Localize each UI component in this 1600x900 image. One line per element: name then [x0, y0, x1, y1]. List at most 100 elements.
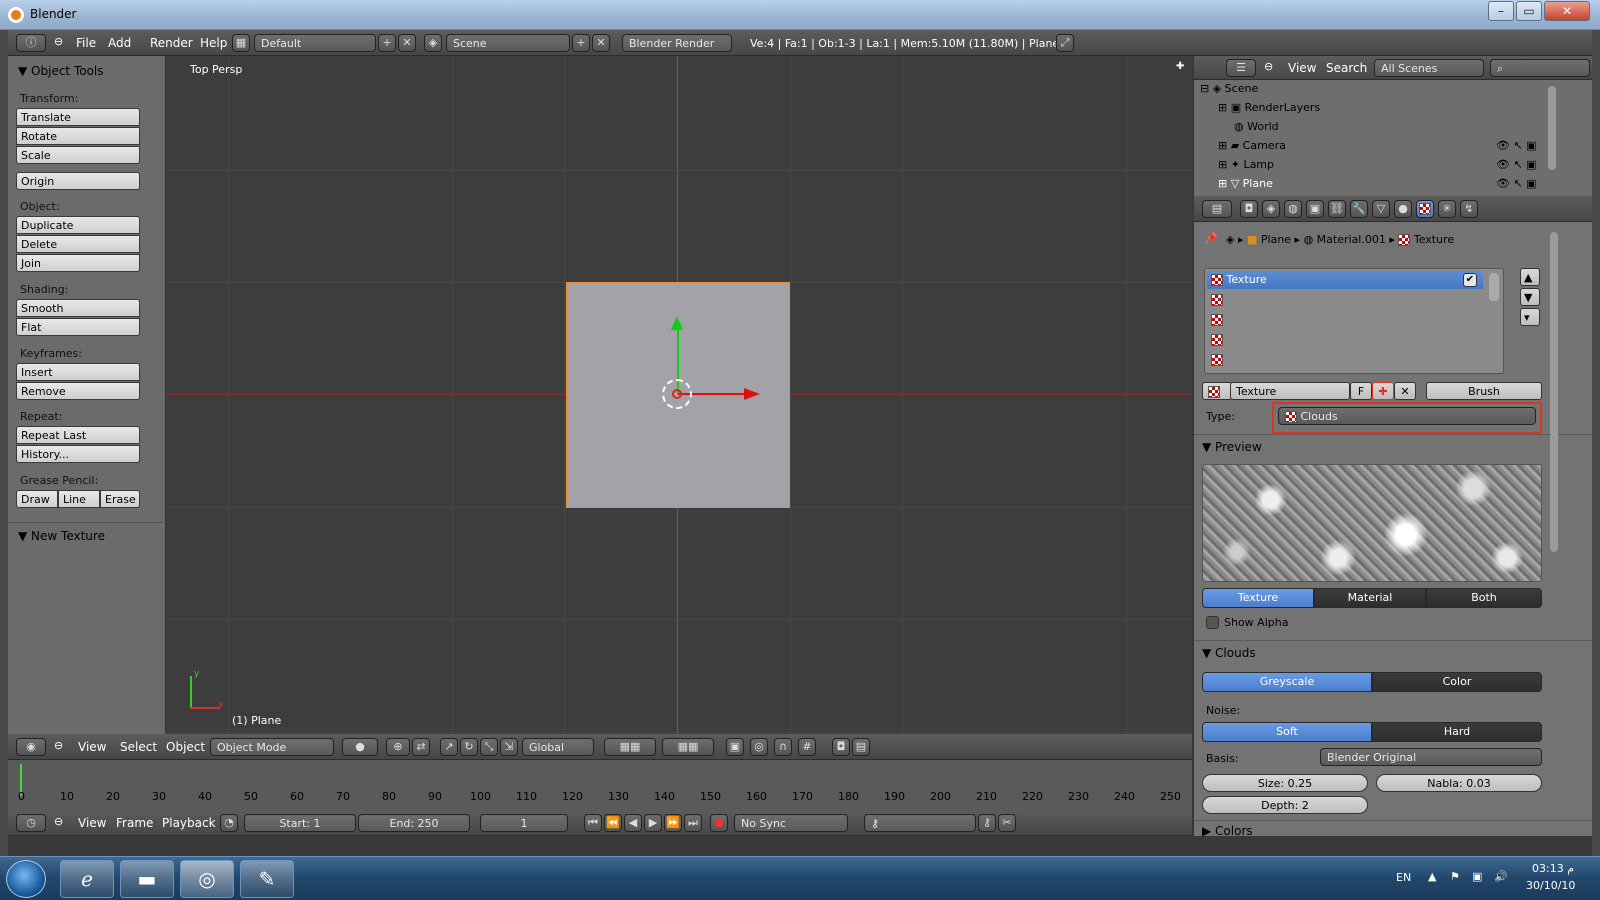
- slot-enabled-checkbox[interactable]: ✔: [1463, 273, 1477, 287]
- breadcrumb-texture[interactable]: Texture: [1414, 233, 1454, 246]
- preview-range-icon[interactable]: ◔: [220, 814, 238, 832]
- size-field[interactable]: Size: 0.25: [1202, 774, 1368, 792]
- history-button[interactable]: History...: [16, 445, 140, 463]
- collapse-timeline-icon[interactable]: ⊖: [54, 815, 63, 828]
- outliner-collapse-icon[interactable]: ⊖: [1264, 60, 1273, 73]
- slot-menu-icon[interactable]: ▾: [1520, 308, 1540, 326]
- delete-button[interactable]: Delete: [16, 235, 140, 253]
- menu-render[interactable]: Render: [150, 36, 193, 50]
- file-explorer-icon[interactable]: ▬: [120, 860, 174, 898]
- maximize-button[interactable]: ▭: [1516, 1, 1542, 21]
- end-frame-field[interactable]: End: 250: [358, 814, 470, 832]
- nabla-field[interactable]: Nabla: 0.03: [1376, 774, 1542, 792]
- texture-slot-active[interactable]: Texture: [1207, 271, 1483, 289]
- outliner-row-world[interactable]: ◍ World: [1234, 120, 1580, 138]
- layout-field[interactable]: Default: [254, 34, 376, 52]
- texture-slot-empty[interactable]: [1211, 353, 1223, 366]
- close-button[interactable]: ✕: [1544, 1, 1590, 21]
- manipulator-toggle-icon[interactable]: ⇄: [412, 738, 430, 756]
- repeat-last-button[interactable]: Repeat Last: [16, 426, 140, 444]
- preview-texture-tab[interactable]: Texture: [1202, 588, 1314, 608]
- blender-taskbar-icon[interactable]: ◎: [180, 860, 234, 898]
- rotate-button[interactable]: Rotate: [16, 127, 140, 145]
- editor-type-3d-icon[interactable]: ◉: [16, 738, 46, 756]
- keying-set-field[interactable]: ⚷: [864, 814, 976, 832]
- render-engine-select[interactable]: Blender Render: [622, 34, 732, 52]
- proportional-edit-icon[interactable]: ◎: [750, 738, 768, 756]
- breadcrumb-material[interactable]: Material.001: [1317, 233, 1386, 246]
- render-tab-icon[interactable]: ◘: [1240, 200, 1258, 218]
- soft-noise-toggle[interactable]: Soft: [1202, 722, 1372, 742]
- menu-add[interactable]: Add: [108, 36, 131, 50]
- remove-keyframe-button[interactable]: Remove: [16, 382, 140, 400]
- modifiers-tab-icon[interactable]: 🔧: [1350, 200, 1368, 218]
- translate-button[interactable]: Translate: [16, 108, 140, 126]
- editor-type-info-icon[interactable]: ⓘ: [16, 34, 46, 52]
- visibility-eye-icon[interactable]: 👁 ↖ ▣: [1496, 158, 1537, 171]
- play-icon[interactable]: ▶: [644, 814, 662, 832]
- menu-file[interactable]: File: [76, 36, 96, 50]
- flat-button[interactable]: Flat: [16, 318, 140, 336]
- texture-tab-icon[interactable]: [1416, 200, 1434, 218]
- screen-layout-icon[interactable]: ▦: [232, 34, 250, 52]
- smooth-button[interactable]: Smooth: [16, 299, 140, 317]
- outliner-scrollbar[interactable]: [1548, 86, 1556, 170]
- scale-handle-icon[interactable]: ⇲: [500, 738, 518, 756]
- unlink-texture-icon[interactable]: ✕: [1394, 382, 1416, 400]
- menu-playback[interactable]: Playback: [162, 816, 216, 830]
- menu-frame[interactable]: Frame: [116, 816, 153, 830]
- color-toggle[interactable]: Color: [1372, 672, 1542, 692]
- texture-name-field[interactable]: Texture: [1230, 382, 1350, 400]
- breadcrumb-plane[interactable]: Plane: [1261, 233, 1291, 246]
- pivot-icon[interactable]: ⊕: [386, 738, 410, 756]
- sync-select[interactable]: No Sync: [734, 814, 848, 832]
- delete-keyframe-icon[interactable]: ✂: [998, 814, 1016, 832]
- world-tab-icon[interactable]: ◍: [1284, 200, 1302, 218]
- object-tab-icon[interactable]: ▣: [1306, 200, 1324, 218]
- data-tab-icon[interactable]: ▽: [1372, 200, 1390, 218]
- orientation-select[interactable]: Global: [522, 738, 594, 756]
- add-scene-icon[interactable]: +: [572, 34, 590, 52]
- display-mode-select[interactable]: All Scenes: [1374, 59, 1484, 77]
- physics-tab-icon[interactable]: ↯: [1460, 200, 1478, 218]
- add-layout-icon[interactable]: +: [378, 34, 396, 52]
- tray-arrow-icon[interactable]: ▲: [1428, 870, 1436, 883]
- menu-object[interactable]: Object: [166, 740, 205, 754]
- action-center-flag-icon[interactable]: ⚑: [1450, 870, 1460, 883]
- material-tab-icon[interactable]: ●: [1394, 200, 1412, 218]
- layers-grid-b-icon[interactable]: ▦▦: [662, 738, 714, 756]
- snap-element-icon[interactable]: #: [798, 738, 816, 756]
- insert-keyframe-icon[interactable]: ⚷: [978, 814, 996, 832]
- record-icon[interactable]: ●: [710, 814, 728, 832]
- insert-keyframe-button[interactable]: Insert: [16, 363, 140, 381]
- menu-select[interactable]: Select: [120, 740, 157, 754]
- menu-help[interactable]: Help: [200, 36, 227, 50]
- layer-lock-icon[interactable]: ▣: [726, 738, 744, 756]
- slot-list-scrollbar[interactable]: [1489, 273, 1499, 301]
- depth-field[interactable]: Depth: 2: [1202, 796, 1368, 814]
- scene-field[interactable]: Scene: [446, 34, 570, 52]
- pin-icon[interactable]: 📌: [1204, 232, 1218, 245]
- visibility-eye-icon[interactable]: 👁 ↖ ▣: [1496, 177, 1537, 190]
- volume-icon[interactable]: 🔊: [1494, 870, 1508, 883]
- remove-layout-icon[interactable]: ✕: [398, 34, 416, 52]
- network-icon[interactable]: ▣: [1472, 870, 1482, 883]
- scale-manip-icon[interactable]: ⤡: [480, 738, 498, 756]
- mode-select[interactable]: Object Mode: [210, 738, 334, 756]
- editor-type-outliner-icon[interactable]: ☰: [1226, 59, 1256, 77]
- outliner-row-renderlayers[interactable]: ⊞ ▣ RenderLayers: [1218, 101, 1564, 119]
- grease-draw-button[interactable]: Draw: [16, 490, 58, 508]
- translate-manip-icon[interactable]: ↗: [440, 738, 458, 756]
- next-key-icon[interactable]: ⏩: [664, 814, 682, 832]
- start-frame-field[interactable]: Start: 1: [244, 814, 356, 832]
- collapse-menus-icon[interactable]: ⊖: [54, 739, 63, 752]
- texture-slot-empty[interactable]: [1211, 333, 1223, 346]
- fake-user-button[interactable]: F: [1350, 382, 1372, 400]
- clouds-panel-header[interactable]: ▼ Clouds: [1202, 646, 1256, 660]
- editor-type-timeline-icon[interactable]: ◷: [16, 814, 46, 832]
- texture-browse-icon[interactable]: [1202, 382, 1232, 400]
- preview-both-tab[interactable]: Both: [1426, 588, 1542, 608]
- duplicate-button[interactable]: Duplicate: [16, 216, 140, 234]
- viewport-corner-icon[interactable]: ✚: [1176, 61, 1184, 72]
- start-button[interactable]: [6, 860, 46, 898]
